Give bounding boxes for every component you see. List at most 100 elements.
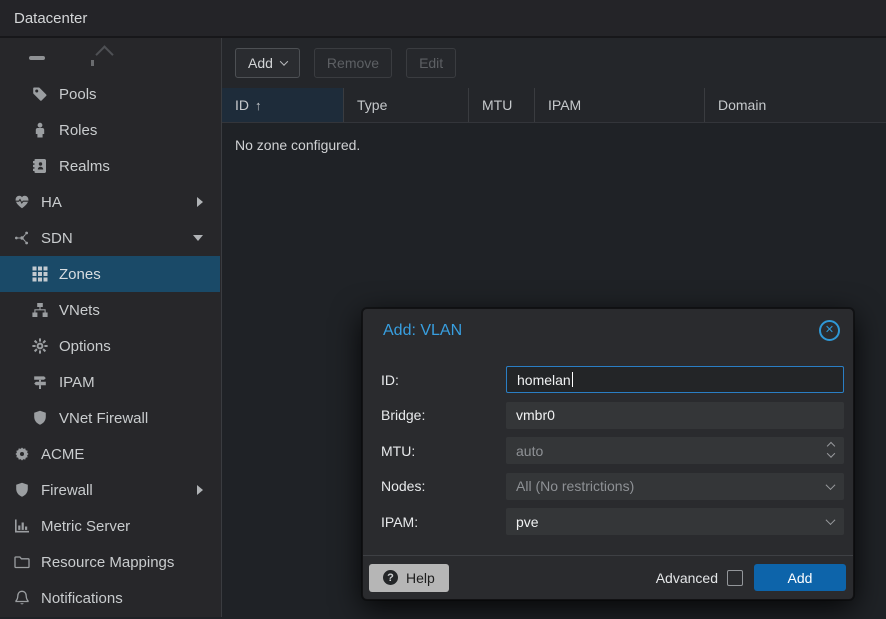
sitemap-icon [30,302,50,318]
sidebar-item-zones[interactable]: Zones [0,256,220,292]
spinner-arrows-icon[interactable] [828,437,834,464]
nodes-field-label: Nodes: [381,478,506,494]
column-label: ID [235,97,249,113]
id-input-value: homelan [517,372,571,388]
sidebar-item-roles[interactable]: Roles [0,112,220,148]
folder-icon [12,554,32,570]
sort-ascending-icon [255,97,262,113]
sidebar-item-options[interactable]: Options [0,328,220,364]
mtu-placeholder: auto [516,443,543,459]
sidebar-item-acme[interactable]: ACME [0,436,220,472]
page-title: Datacenter [14,10,87,27]
clipped-tree-row-fragment [91,60,94,66]
sidebar-item-label: Zones [59,266,101,283]
sidebar-item-ha[interactable]: HA [0,184,220,220]
bar-chart-icon [12,518,32,534]
dropdown-chevron-icon[interactable] [827,508,834,535]
dropdown-chevron-icon[interactable] [827,473,834,500]
ipam-field-label: IPAM: [381,514,506,530]
zones-toolbar: Add Remove Edit [222,38,886,88]
nodes-placeholder: All (No restrictions) [516,478,634,494]
sidebar-item-resource-mappings[interactable]: Resource Mappings [0,544,220,580]
column-header-domain[interactable]: Domain [705,88,885,122]
gear-icon [30,338,50,354]
id-input[interactable]: homelan [506,366,844,393]
grid-header: ID Type MTU IPAM Domain [222,88,886,123]
column-header-type[interactable]: Type [344,88,469,122]
clipped-tree-row [29,56,45,60]
user-icon [30,122,50,138]
add-button-label: Add [248,55,273,71]
tree-caret-down-icon [193,235,203,241]
submit-add-label: Add [788,570,813,586]
bridge-input-value: vmbr0 [516,407,555,423]
column-label: IPAM [548,97,581,113]
mtu-field-label: MTU: [381,443,506,459]
scroll-up-indicator-icon[interactable] [95,45,113,63]
sidebar-item-label: Metric Server [41,518,130,535]
proxmox-app: Datacenter Pools Roles Realms HA SDN Zones VNe… [0,0,886,619]
edit-button[interactable]: Edit [406,48,456,78]
tag-icon [30,86,50,102]
sidebar-item-label: Options [59,338,111,355]
mtu-spinner[interactable]: auto [506,437,844,464]
sidebar-item-sdn[interactable]: SDN [0,220,220,256]
nodes-select[interactable]: All (No restrictions) [506,473,844,500]
sidebar-item-label: Firewall [41,482,93,499]
dialog-footer: Help Advanced Add [363,555,853,599]
sidebar-item-label: SDN [41,230,73,247]
dialog-header[interactable]: Add: VLAN [363,309,853,352]
remove-button[interactable]: Remove [314,48,392,78]
sidebar-item-label: VNet Firewall [59,410,148,427]
tree-caret-right-icon [197,485,203,495]
grid-empty-text: No zone configured. [235,137,360,153]
column-header-ipam[interactable]: IPAM [535,88,705,122]
ipam-select-value: pve [516,514,539,530]
tree-caret-right-icon [197,197,203,207]
sidebar-item-label: ACME [41,446,84,463]
question-circle-icon [383,570,398,585]
sidebar-item-notifications[interactable]: Notifications [0,580,220,616]
certificate-icon [12,446,32,462]
sidebar-item-pools[interactable]: Pools [0,76,220,112]
sidebar-item-label: Realms [59,158,110,175]
sidebar-item-metric-server[interactable]: Metric Server [0,508,220,544]
sidebar-tree: Pools Roles Realms HA SDN Zones VNets Options IP… [0,38,222,617]
sidebar-item-firewall[interactable]: Firewall [0,472,220,508]
add-vlan-dialog: Add: VLAN ID: homelan Bridge: vmbr0 MTU:… [362,308,854,600]
sidebar-item-label: Pools [59,86,97,103]
advanced-checkbox[interactable] [727,570,743,586]
column-label: Type [357,97,387,113]
sidebar-item-vnet-firewall[interactable]: VNet Firewall [0,400,220,436]
sidebar-item-realms[interactable]: Realms [0,148,220,184]
grid-icon [30,266,50,282]
ipam-select[interactable]: pve [506,508,844,535]
remove-button-label: Remove [327,55,379,71]
sidebar-item-label: IPAM [59,374,95,391]
bridge-input[interactable]: vmbr0 [506,402,844,429]
id-field-label: ID: [381,372,506,388]
advanced-label: Advanced [656,570,718,586]
sidebar-item-ipam[interactable]: IPAM [0,364,220,400]
column-header-mtu[interactable]: MTU [469,88,535,122]
close-icon[interactable] [819,320,840,341]
shield-icon [12,482,32,498]
breadcrumb-bar: Datacenter [0,0,886,38]
chevron-down-icon [280,57,288,65]
heartbeat-icon [12,194,32,210]
sidebar-item-label: HA [41,194,62,211]
edit-button-label: Edit [419,55,443,71]
column-header-id[interactable]: ID [222,88,344,122]
add-button[interactable]: Add [235,48,300,78]
address-book-icon [30,158,50,174]
help-button[interactable]: Help [369,564,449,592]
shield-icon [30,410,50,426]
sidebar-item-label: Roles [59,122,97,139]
bridge-field-label: Bridge: [381,407,506,423]
sidebar-item-vnets[interactable]: VNets [0,292,220,328]
sidebar-item-label: Notifications [41,590,123,607]
network-icon [12,230,32,246]
map-signs-icon [30,374,50,390]
dialog-title: Add: VLAN [383,322,819,340]
submit-add-button[interactable]: Add [754,564,846,591]
